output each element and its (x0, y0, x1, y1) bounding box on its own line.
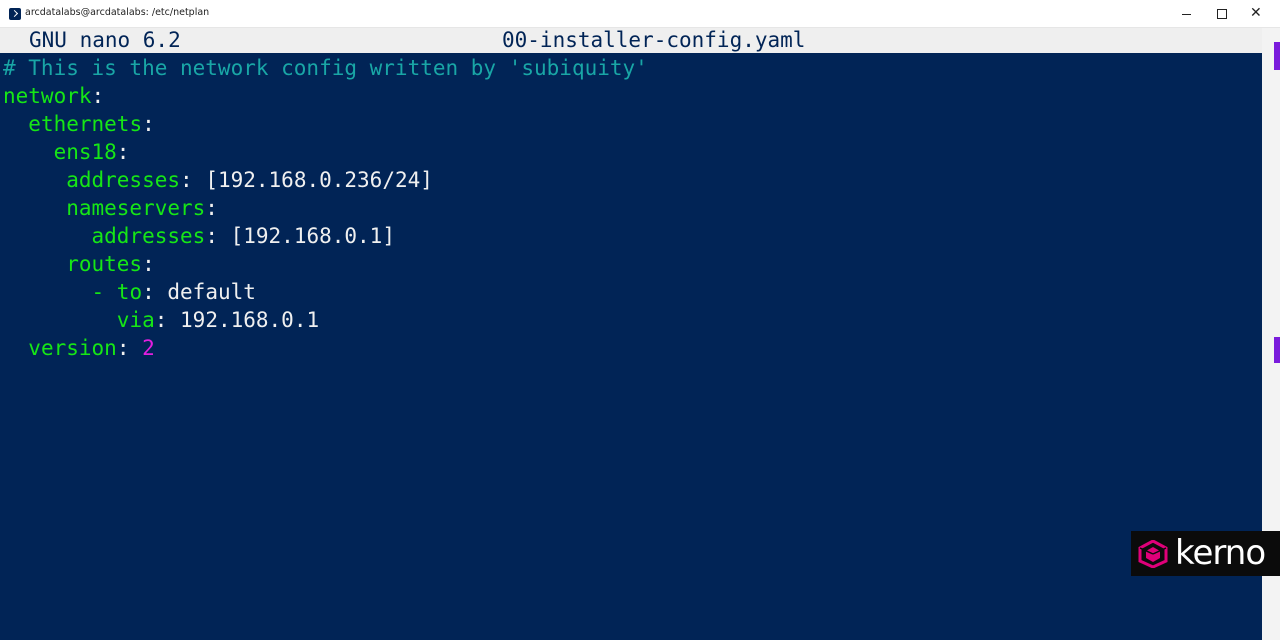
code-line[interactable]: addresses: [192.168.0.1] (3, 222, 395, 250)
yaml-colon: : (91, 84, 105, 108)
yaml-key: version (28, 336, 117, 360)
yaml-key: nameservers (66, 196, 206, 220)
yaml-key: via (116, 308, 155, 332)
window-title: arcdatalabs@arcdatalabs: /etc/netplan (25, 7, 210, 18)
close-button[interactable]: ✕ (1239, 0, 1274, 28)
nano-header-bar: GNU nano 6.2 00-installer-config.yaml (0, 28, 1262, 53)
code-line[interactable]: version: 2 (3, 334, 155, 362)
code-line[interactable]: network: (3, 82, 104, 110)
powershell-icon (9, 8, 21, 20)
yaml-key: addresses (91, 224, 206, 248)
code-line[interactable]: # This is the network config written by … (3, 54, 648, 82)
scroll-marker (1274, 42, 1280, 70)
yaml-number: 2 (142, 336, 155, 360)
yaml-value: [192.168.0.236/24] (192, 168, 433, 192)
yaml-value: default (154, 280, 256, 304)
yaml-key: ens18 (53, 140, 117, 164)
yaml-colon: : (180, 168, 193, 192)
yaml-colon: : (205, 196, 218, 220)
yaml-colon: : (142, 280, 155, 304)
kerno-watermark: kerno (1131, 531, 1280, 576)
terminal-window[interactable]: GNU nano 6.2 00-installer-config.yaml # … (0, 28, 1262, 640)
kerno-logo-icon (1138, 540, 1168, 568)
code-line[interactable]: addresses: [192.168.0.236/24] (3, 166, 433, 194)
minimize-button[interactable] (1169, 0, 1204, 28)
code-line[interactable]: nameservers: (3, 194, 218, 222)
yaml-colon: : (205, 224, 218, 248)
yaml-colon: : (116, 336, 143, 360)
yaml-key: - to (91, 280, 143, 304)
code-line[interactable]: ens18: (3, 138, 130, 166)
close-icon: ✕ (1250, 5, 1262, 21)
maximize-icon (1217, 9, 1227, 19)
maximize-button[interactable] (1204, 0, 1239, 28)
yaml-key: addresses (66, 168, 181, 192)
yaml-colon: : (116, 140, 130, 164)
yaml-colon: : (142, 252, 155, 276)
kerno-wordmark: kerno (1175, 533, 1266, 573)
code-line[interactable]: via: 192.168.0.1 (3, 306, 319, 334)
file-name: 00-installer-config.yaml (502, 28, 806, 52)
code-line[interactable]: - to: default (3, 278, 256, 306)
yaml-value: 192.168.0.1 (167, 308, 320, 332)
yaml-comment: # This is the network config written by … (3, 56, 648, 80)
yaml-key: network (3, 84, 92, 108)
nano-version: GNU nano 6.2 (29, 28, 181, 52)
yaml-key: ethernets (28, 112, 143, 136)
yaml-colon: : (154, 308, 168, 332)
window-titlebar: arcdatalabs@arcdatalabs: /etc/netplan ✕ (0, 0, 1280, 28)
code-line[interactable]: ethernets: (3, 110, 155, 138)
minimize-icon (1182, 14, 1191, 15)
yaml-key: routes (66, 252, 143, 276)
yaml-colon: : (142, 112, 155, 136)
code-line[interactable]: routes: (3, 250, 155, 278)
scroll-marker (1274, 337, 1280, 363)
yaml-value: [192.168.0.1] (217, 224, 395, 248)
